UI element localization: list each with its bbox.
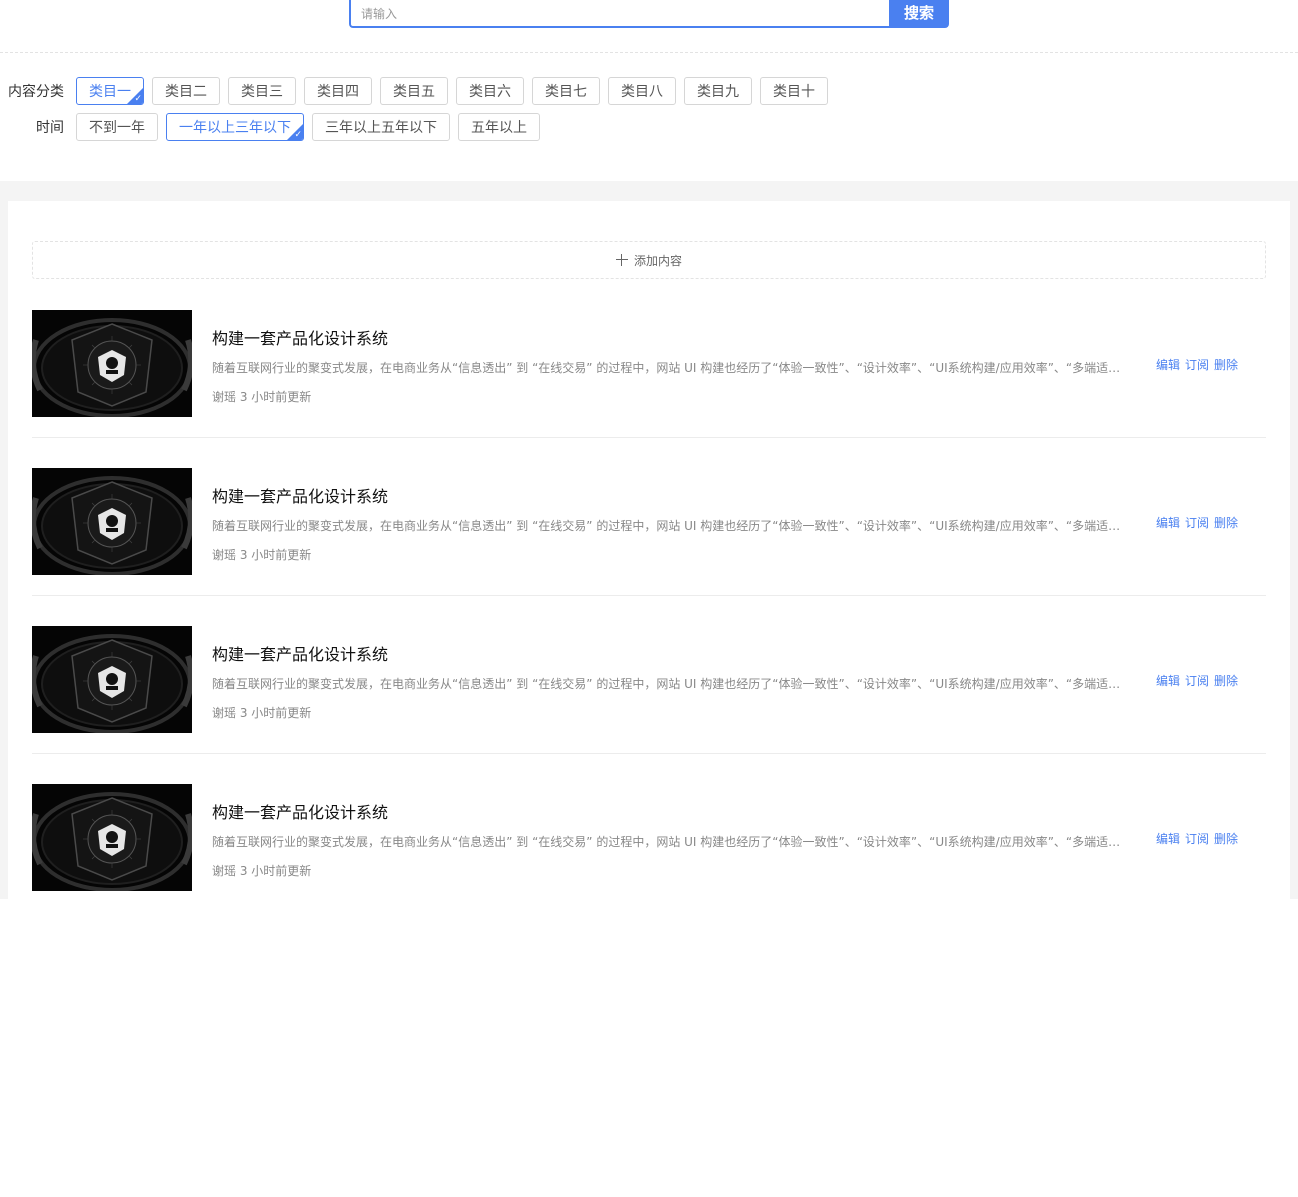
item-divider	[32, 437, 1266, 438]
item-description: 随着互联网行业的聚变式发展，在电商业务从“信息透出” 到 “在线交易” 的过程中…	[212, 519, 1130, 533]
category-tag-label: 类目五	[393, 84, 435, 100]
time-filter-row: 时间 不到一年✓一年以上三年以下✓三年以上五年以下✓五年以上✓	[0, 113, 548, 141]
time-filter-label: 时间	[36, 120, 64, 136]
thumbnail-image	[32, 784, 192, 891]
edit-link[interactable]: 编辑	[1156, 672, 1180, 689]
item-divider	[32, 753, 1266, 754]
category-tag-4[interactable]: 类目四✓	[304, 77, 372, 105]
thumbnail-image	[32, 310, 192, 417]
time-tag-label: 三年以上五年以下	[325, 120, 437, 136]
item-meta: 谢瑶 3 小时前更新	[212, 706, 312, 720]
delete-link[interactable]: 删除	[1214, 672, 1238, 689]
category-tag-9[interactable]: 类目九✓	[684, 77, 752, 105]
delete-link[interactable]: 删除	[1214, 514, 1238, 531]
category-tag-label: 类目七	[545, 84, 587, 100]
thumbnail	[32, 310, 192, 417]
category-tag-label: 类目三	[241, 84, 283, 100]
list-item: 构建一套产品化设计系统随着互联网行业的聚变式发展，在电商业务从“信息透出” 到 …	[32, 626, 1266, 754]
thumbnail-image	[32, 468, 192, 575]
search-input[interactable]	[349, 0, 889, 28]
time-tag-label: 一年以上三年以下	[179, 120, 291, 136]
category-tag-10[interactable]: 类目十✓	[760, 77, 828, 105]
category-tag-label: 类目九	[697, 84, 739, 100]
subscribe-link[interactable]: 订阅	[1185, 830, 1209, 847]
header-divider	[0, 52, 1298, 53]
item-meta: 谢瑶 3 小时前更新	[212, 864, 312, 878]
item-actions: 编辑 订阅 删除	[1156, 514, 1238, 531]
time-tag-1[interactable]: 不到一年✓	[76, 113, 158, 141]
edit-link[interactable]: 编辑	[1156, 356, 1180, 373]
category-tag-label: 类目二	[165, 84, 207, 100]
content-card: 添加内容 构建一套产品化设计系统随着互联网行业的聚变式发展，在电商业务从“信息透…	[8, 201, 1290, 899]
edit-link[interactable]: 编辑	[1156, 830, 1180, 847]
delete-link[interactable]: 删除	[1214, 356, 1238, 373]
plus-icon	[615, 254, 628, 266]
item-title: 构建一套产品化设计系统	[212, 487, 389, 506]
check-icon: ✓	[134, 94, 142, 104]
category-tag-5[interactable]: 类目五✓	[380, 77, 448, 105]
category-filter-label: 内容分类	[8, 84, 64, 100]
subscribe-link[interactable]: 订阅	[1185, 672, 1209, 689]
item-divider	[32, 595, 1266, 596]
search-button[interactable]: 搜索	[889, 0, 949, 28]
item-description: 随着互联网行业的聚变式发展，在电商业务从“信息透出” 到 “在线交易” 的过程中…	[212, 835, 1130, 849]
time-tag-3[interactable]: 三年以上五年以下✓	[312, 113, 450, 141]
delete-link[interactable]: 删除	[1214, 830, 1238, 847]
thumbnail	[32, 468, 192, 575]
item-actions: 编辑 订阅 删除	[1156, 356, 1238, 373]
add-content-label: 添加内容	[633, 253, 682, 268]
category-tag-group: 类目一✓类目二✓类目三✓类目四✓类目五✓类目六✓类目七✓类目八✓类目九✓类目十✓	[76, 77, 836, 105]
time-tag-label: 不到一年	[89, 120, 145, 136]
search-bar: 搜索	[349, 0, 949, 28]
item-description: 随着互联网行业的聚变式发展，在电商业务从“信息透出” 到 “在线交易” 的过程中…	[212, 677, 1130, 691]
category-tag-1[interactable]: 类目一 ✓	[76, 77, 144, 105]
list-item: 构建一套产品化设计系统随着互联网行业的聚变式发展，在电商业务从“信息透出” 到 …	[32, 784, 1266, 891]
item-title: 构建一套产品化设计系统	[212, 329, 389, 348]
category-tag-label: 类目一	[89, 84, 131, 100]
time-tag-2[interactable]: 一年以上三年以下 ✓	[166, 113, 304, 141]
thumbnail-image	[32, 626, 192, 733]
time-tag-label: 五年以上	[471, 120, 527, 136]
category-tag-label: 类目四	[317, 84, 359, 100]
category-tag-2[interactable]: 类目二✓	[152, 77, 220, 105]
time-tag-group: 不到一年✓一年以上三年以下✓三年以上五年以下✓五年以上✓	[76, 113, 548, 141]
list-item: 构建一套产品化设计系统随着互联网行业的聚变式发展，在电商业务从“信息透出” 到 …	[32, 310, 1266, 438]
add-content-button[interactable]: 添加内容	[32, 241, 1266, 279]
category-tag-8[interactable]: 类目八✓	[608, 77, 676, 105]
thumbnail	[32, 784, 192, 891]
category-tag-label: 类目六	[469, 84, 511, 100]
category-filter-row: 内容分类 类目一✓类目二✓类目三✓类目四✓类目五✓类目六✓类目七✓类目八✓类目九…	[0, 77, 836, 105]
category-tag-7[interactable]: 类目七✓	[532, 77, 600, 105]
item-description: 随着互联网行业的聚变式发展，在电商业务从“信息透出” 到 “在线交易” 的过程中…	[212, 361, 1130, 375]
item-meta: 谢瑶 3 小时前更新	[212, 548, 312, 562]
category-tag-6[interactable]: 类目六✓	[456, 77, 524, 105]
list-item: 构建一套产品化设计系统随着互联网行业的聚变式发展，在电商业务从“信息透出” 到 …	[32, 468, 1266, 596]
item-title: 构建一套产品化设计系统	[212, 645, 389, 664]
time-tag-4[interactable]: 五年以上✓	[458, 113, 540, 141]
item-actions: 编辑 订阅 删除	[1156, 672, 1238, 689]
check-icon: ✓	[294, 130, 302, 140]
category-tag-label: 类目十	[773, 84, 815, 100]
item-actions: 编辑 订阅 删除	[1156, 830, 1238, 847]
item-title: 构建一套产品化设计系统	[212, 803, 389, 822]
thumbnail	[32, 626, 192, 733]
item-meta: 谢瑶 3 小时前更新	[212, 390, 312, 404]
edit-link[interactable]: 编辑	[1156, 514, 1180, 531]
category-tag-3[interactable]: 类目三✓	[228, 77, 296, 105]
category-tag-label: 类目八	[621, 84, 663, 100]
subscribe-link[interactable]: 订阅	[1185, 356, 1209, 373]
subscribe-link[interactable]: 订阅	[1185, 514, 1209, 531]
